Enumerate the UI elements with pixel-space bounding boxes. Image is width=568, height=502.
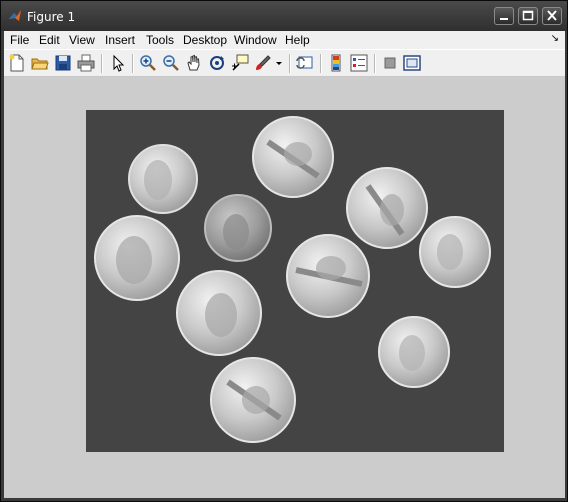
print-icon[interactable]: [77, 54, 95, 72]
coin: [210, 357, 296, 443]
figure-window: Figure 1 File Edit View Insert Tools Des…: [0, 0, 568, 502]
menu-bar: File Edit View Insert Tools Desktop Wind…: [4, 31, 565, 49]
toolbar-separator: [374, 54, 376, 73]
coin: [204, 194, 272, 262]
toolbar-separator: [320, 54, 322, 73]
coin: [346, 167, 428, 249]
menu-edit[interactable]: Edit: [39, 33, 60, 47]
coin: [176, 270, 262, 356]
figure-canvas[interactable]: [4, 77, 565, 498]
title-bar[interactable]: Figure 1: [1, 1, 567, 31]
save-icon[interactable]: [54, 54, 72, 72]
coin: [419, 216, 491, 288]
new-figure-icon[interactable]: [8, 54, 26, 72]
dock-figure-icon[interactable]: ↘: [551, 33, 559, 44]
brush-dropdown-icon[interactable]: [274, 54, 284, 72]
show-plot-tools-icon[interactable]: [403, 54, 421, 72]
coin: [286, 234, 370, 318]
link-plot-icon[interactable]: [296, 54, 314, 72]
data-cursor-icon[interactable]: [231, 54, 249, 72]
maximize-button[interactable]: [518, 7, 538, 25]
zoom-in-icon[interactable]: [139, 54, 157, 72]
coins-image-axes[interactable]: [86, 110, 504, 452]
coin: [94, 215, 180, 301]
menu-tools[interactable]: Tools: [146, 33, 174, 47]
close-button[interactable]: [542, 7, 562, 25]
coin: [252, 116, 334, 198]
window-title: Figure 1: [27, 10, 76, 24]
pan-hand-icon[interactable]: [185, 54, 203, 72]
close-icon: [547, 10, 557, 21]
zoom-out-icon[interactable]: [162, 54, 180, 72]
toolbar-separator: [132, 54, 134, 73]
hide-plot-tools-icon[interactable]: [381, 54, 399, 72]
maximize-icon: [522, 10, 534, 21]
minimize-icon: [500, 18, 508, 20]
menu-window[interactable]: Window: [234, 33, 277, 47]
coin: [128, 144, 198, 214]
legend-icon[interactable]: [350, 54, 368, 72]
menu-file[interactable]: File: [10, 33, 29, 47]
edit-plot-arrow-icon[interactable]: [109, 54, 127, 72]
coins-image: [86, 110, 504, 452]
minimize-button[interactable]: [494, 7, 514, 25]
toolbar-separator: [289, 54, 291, 73]
rotate-3d-icon[interactable]: [208, 54, 226, 72]
open-file-icon[interactable]: [31, 54, 49, 72]
menu-desktop[interactable]: Desktop: [183, 33, 227, 47]
toolbar-separator: [101, 54, 103, 73]
brush-icon[interactable]: [254, 54, 272, 72]
menu-view[interactable]: View: [69, 33, 95, 47]
menu-insert[interactable]: Insert: [105, 33, 135, 47]
menu-help[interactable]: Help: [285, 33, 310, 47]
colorbar-icon[interactable]: [327, 54, 345, 72]
figure-toolbar: [4, 49, 565, 77]
coin: [378, 316, 450, 388]
matlab-logo-icon: [9, 10, 21, 21]
